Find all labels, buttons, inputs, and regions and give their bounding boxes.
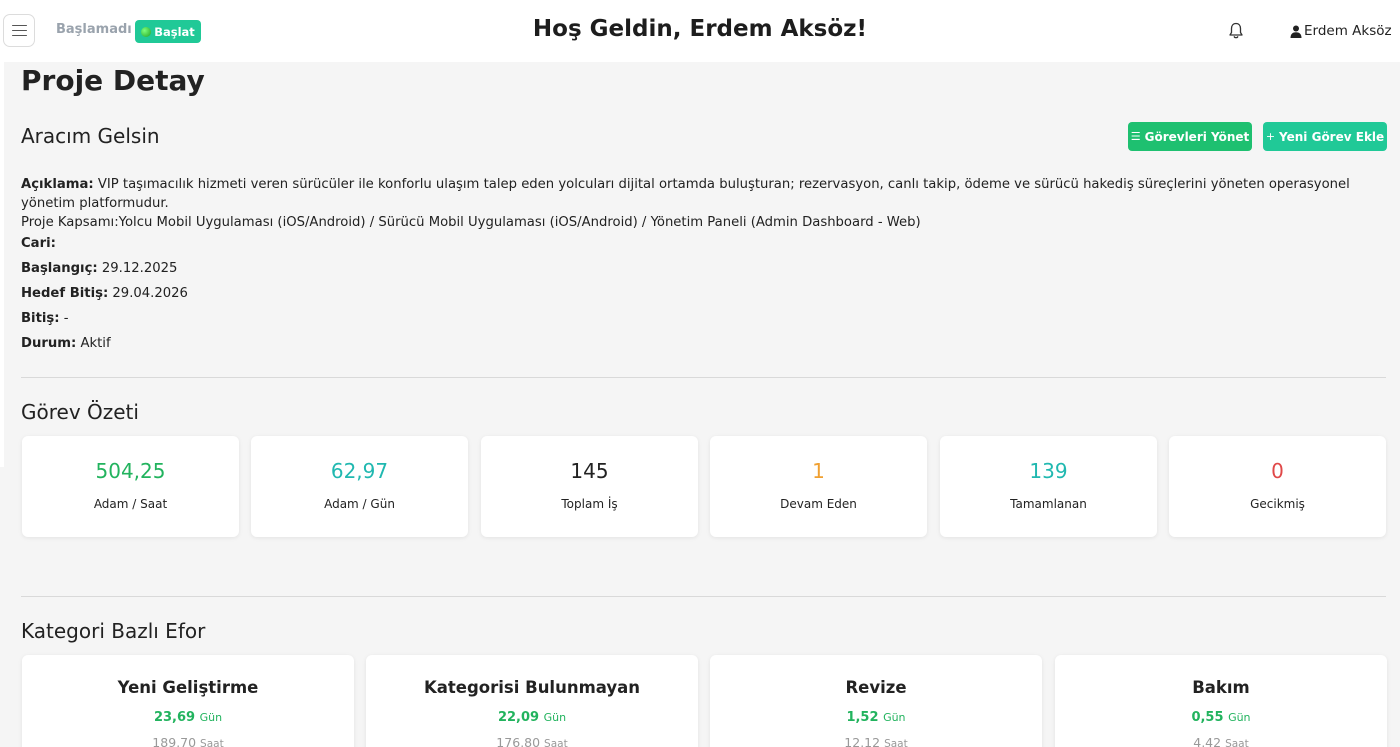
stat-card-man-hours: 504,25 Adam / Saat xyxy=(22,436,239,537)
stat-value: 504,25 xyxy=(95,459,166,483)
category-card: Bakım 0,55 Gün 4,42 Saat xyxy=(1055,655,1387,747)
stat-label: Gecikmiş xyxy=(1250,497,1305,511)
category-name: Bakım xyxy=(1192,678,1250,697)
category-card: Kategorisi Bulunmayan 22,09 Gün 176,80 S… xyxy=(366,655,698,747)
client-label: Cari: xyxy=(21,236,56,251)
stat-label: Toplam İş xyxy=(561,497,618,511)
stat-card-man-days: 62,97 Adam / Gün xyxy=(251,436,468,537)
stat-value: 1 xyxy=(812,459,825,483)
manage-tasks-button[interactable]: ☰ Görevleri Yönet xyxy=(1128,122,1252,151)
category-card: Yeni Geliştirme 23,69 Gün 189,70 Saat xyxy=(22,655,354,747)
list-icon: ☰ xyxy=(1130,130,1141,143)
sidebar-edge xyxy=(0,62,4,467)
start-date-row: Başlangıç: 29.12.2025 xyxy=(21,261,177,276)
category-days: 22,09 Gün xyxy=(497,710,567,725)
start-date-value: 29.12.2025 xyxy=(101,261,178,276)
client-row: Cari: xyxy=(21,236,56,251)
project-scope-text: Proje Kapsamı:Yolcu Mobil Uygulaması (iO… xyxy=(21,215,921,230)
stat-card-completed: 139 Tamamlanan xyxy=(940,436,1157,537)
project-description: Açıklama: VIP taşımacılık hizmeti veren … xyxy=(21,175,1391,232)
description-text: VIP taşımacılık hizmeti veren sürücüler … xyxy=(21,177,1350,211)
category-days: 0,55 Gün xyxy=(1191,710,1251,725)
divider xyxy=(21,377,1386,378)
page-title: Proje Detay xyxy=(21,64,205,97)
stat-card-in-progress: 1 Devam Eden xyxy=(710,436,927,537)
category-days: 1,52 Gün xyxy=(846,710,906,725)
stat-card-total: 145 Toplam İş xyxy=(481,436,698,537)
category-days: 23,69 Gün xyxy=(153,710,223,725)
bell-icon[interactable] xyxy=(1228,22,1244,40)
start-date-label: Başlangıç: xyxy=(21,261,98,276)
stat-label: Tamamlanan xyxy=(1010,497,1087,511)
category-effort-title: Kategori Bazlı Efor xyxy=(21,619,206,643)
divider xyxy=(21,596,1386,597)
user-name: Erdem Aksöz xyxy=(1304,23,1392,39)
category-name: Kategorisi Bulunmayan xyxy=(423,678,641,697)
category-hours: 4,42 Saat xyxy=(1193,735,1249,747)
stat-card-delayed: 0 Gecikmiş xyxy=(1169,436,1386,537)
stat-value: 0 xyxy=(1271,459,1284,483)
top-bar: Başlamadı Başlat Hoş Geldin, Erdem Aksöz… xyxy=(0,0,1400,62)
user-menu[interactable]: Erdem Aksöz xyxy=(1290,23,1392,39)
end-date-row: Bitiş: - xyxy=(21,311,69,326)
category-hours: 176,80 Saat xyxy=(496,735,568,747)
target-end-value: 29.04.2026 xyxy=(112,286,188,301)
category-hours: 189,70 Saat xyxy=(152,735,224,747)
stat-value: 139 xyxy=(1029,459,1068,483)
category-name: Yeni Geliştirme xyxy=(117,678,259,697)
category-hours: 12,12 Saat xyxy=(844,735,908,747)
stat-label: Devam Eden xyxy=(780,497,857,511)
end-date-value: - xyxy=(63,311,69,326)
status-value: Aktif xyxy=(80,336,111,351)
add-task-label: Yeni Görev Ekle xyxy=(1279,129,1385,144)
add-task-button[interactable]: + Yeni Görev Ekle xyxy=(1263,122,1387,151)
stat-label: Adam / Saat xyxy=(93,497,168,511)
manage-tasks-label: Görevleri Yönet xyxy=(1144,129,1250,144)
target-end-row: Hedef Bitiş: 29.04.2026 xyxy=(21,286,188,301)
user-icon xyxy=(1290,25,1302,38)
target-end-label: Hedef Bitiş: xyxy=(21,286,109,301)
welcome-title: Hoş Geldin, Erdem Aksöz! xyxy=(532,16,868,42)
status-row: Durum: Aktif xyxy=(21,336,111,351)
description-label: Açıklama: xyxy=(21,177,94,192)
stat-value: 62,97 xyxy=(330,459,389,483)
status-label: Durum: xyxy=(21,336,77,351)
task-summary-title: Görev Özeti xyxy=(21,400,139,424)
category-name: Revize xyxy=(845,678,907,697)
project-name: Aracım Gelsin xyxy=(21,124,160,148)
end-date-label: Bitiş: xyxy=(21,311,60,326)
stat-label: Adam / Gün xyxy=(324,497,395,511)
category-card: Revize 1,52 Gün 12,12 Saat xyxy=(710,655,1042,747)
stat-value: 145 xyxy=(570,459,609,483)
plus-icon: + xyxy=(1265,130,1276,143)
